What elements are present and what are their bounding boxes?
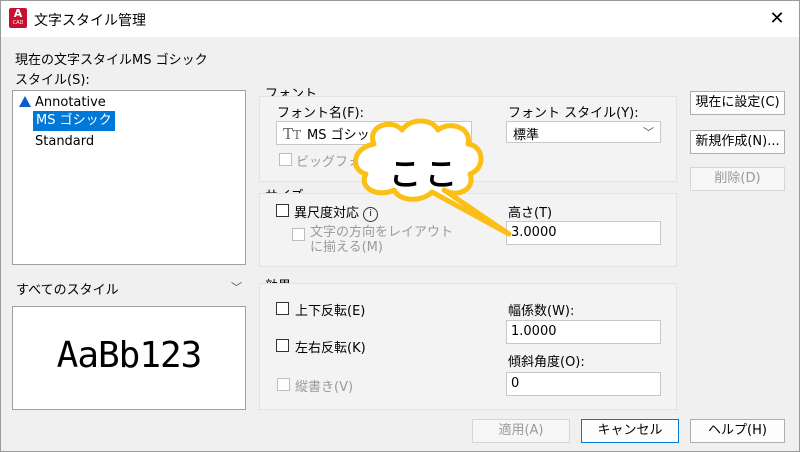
cancel-button[interactable]: キャンセル [581,419,679,443]
new-style-button[interactable]: 新規作成(N)... [690,130,785,154]
style-filter-select[interactable]: すべてのスタイル ﹀ [12,276,246,298]
chevron-down-icon: ﹀ [643,126,654,139]
oblique-angle-input[interactable]: 0 [506,372,661,396]
list-item-standard[interactable]: Standard [35,132,94,152]
preview-text: AaBb123 [56,335,203,376]
chevron-down-icon: ﹀ [231,281,242,294]
width-factor-input[interactable]: 1.0000 [506,320,661,344]
truetype-icon: TT [283,125,302,143]
window-title: 文字スタイル管理 [34,13,146,29]
list-item-annotative[interactable]: Annotative [19,93,106,113]
height-input[interactable]: 3.0000 [506,221,661,245]
autocad-app-icon: A CAD [9,8,27,28]
close-icon: ✕ [769,8,785,29]
font-style-label: フォント スタイル(Y): [508,106,639,121]
backwards-label: 左右反転(K) [295,341,366,356]
annotative-icon [19,96,31,107]
upside-down-label: 上下反転(E) [295,304,366,319]
delete-button[interactable]: 削除(D) [690,167,785,191]
style-preview: AaBb123 [12,306,246,410]
backwards-checkbox[interactable] [276,339,289,352]
apply-button[interactable]: 適用(A) [472,419,570,443]
list-item-ms-gothic[interactable]: MS ゴシック [33,111,115,131]
orientation-checkbox[interactable] [292,228,305,241]
vertical-checkbox[interactable] [277,378,290,391]
oblique-angle-label: 傾斜角度(O): [508,355,585,370]
callout-text: ここ [389,155,462,193]
styles-label: スタイル(S): [15,73,90,88]
close-button[interactable]: ✕ [761,5,793,33]
upside-down-checkbox[interactable] [276,302,289,315]
title-bar: A CAD 文字スタイル管理 ✕ [1,1,799,37]
set-current-button[interactable]: 現在に設定(C) [690,91,785,115]
width-factor-label: 幅係数(W): [508,304,575,319]
style-list[interactable]: Annotative MS ゴシック Standard [12,90,246,265]
vertical-label: 縦書き(V) [295,380,354,395]
bigfont-checkbox[interactable] [279,153,292,166]
height-label: 高さ(T) [508,206,553,221]
current-style-label: 現在の文字スタイルMS ゴシック [15,53,208,68]
text-style-dialog: A CAD 文字スタイル管理 ✕ 現在の文字スタイルMS ゴシック スタイル(S)… [0,0,800,452]
font-style-select[interactable]: 標準 ﹀ [506,121,661,143]
annotative-checkbox[interactable] [276,204,289,217]
help-button[interactable]: ヘルプ(H) [690,419,785,443]
